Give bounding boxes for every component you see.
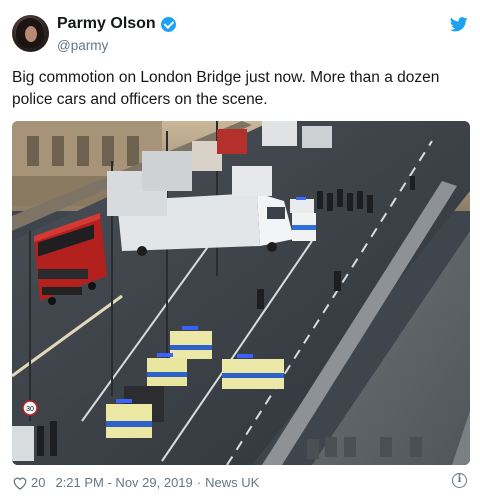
author-display-name[interactable]: Parmy Olson — [57, 15, 156, 33]
tweet-footer: 20 2:21 PM - Nov 29, 2019 · News UK i — [12, 473, 468, 490]
london-bridge-photo: 30 — [12, 121, 470, 465]
tweet-card: Parmy Olson @parmy Big commotion on Lond… — [0, 0, 480, 499]
tweet-source[interactable]: News UK — [205, 475, 259, 490]
avatar-face — [25, 26, 37, 42]
author-name-row: Parmy Olson — [57, 15, 176, 33]
tweet-timestamp[interactable]: 2:21 PM - Nov 29, 2019 — [55, 475, 192, 490]
author-avatar[interactable] — [12, 15, 49, 52]
svg-text:30: 30 — [26, 406, 34, 413]
tweet-text: Big commotion on London Bridge just now.… — [12, 69, 440, 108]
like-count[interactable]: 20 — [31, 475, 45, 490]
twitter-bird-icon[interactable] — [450, 17, 468, 32]
author-handle[interactable]: @parmy — [57, 38, 108, 53]
footer-separator: · — [196, 475, 202, 490]
heart-icon[interactable] — [12, 476, 28, 490]
tweet-photo[interactable]: 30 — [12, 121, 470, 465]
verified-badge-icon — [160, 16, 176, 32]
info-icon[interactable]: i — [452, 473, 467, 488]
